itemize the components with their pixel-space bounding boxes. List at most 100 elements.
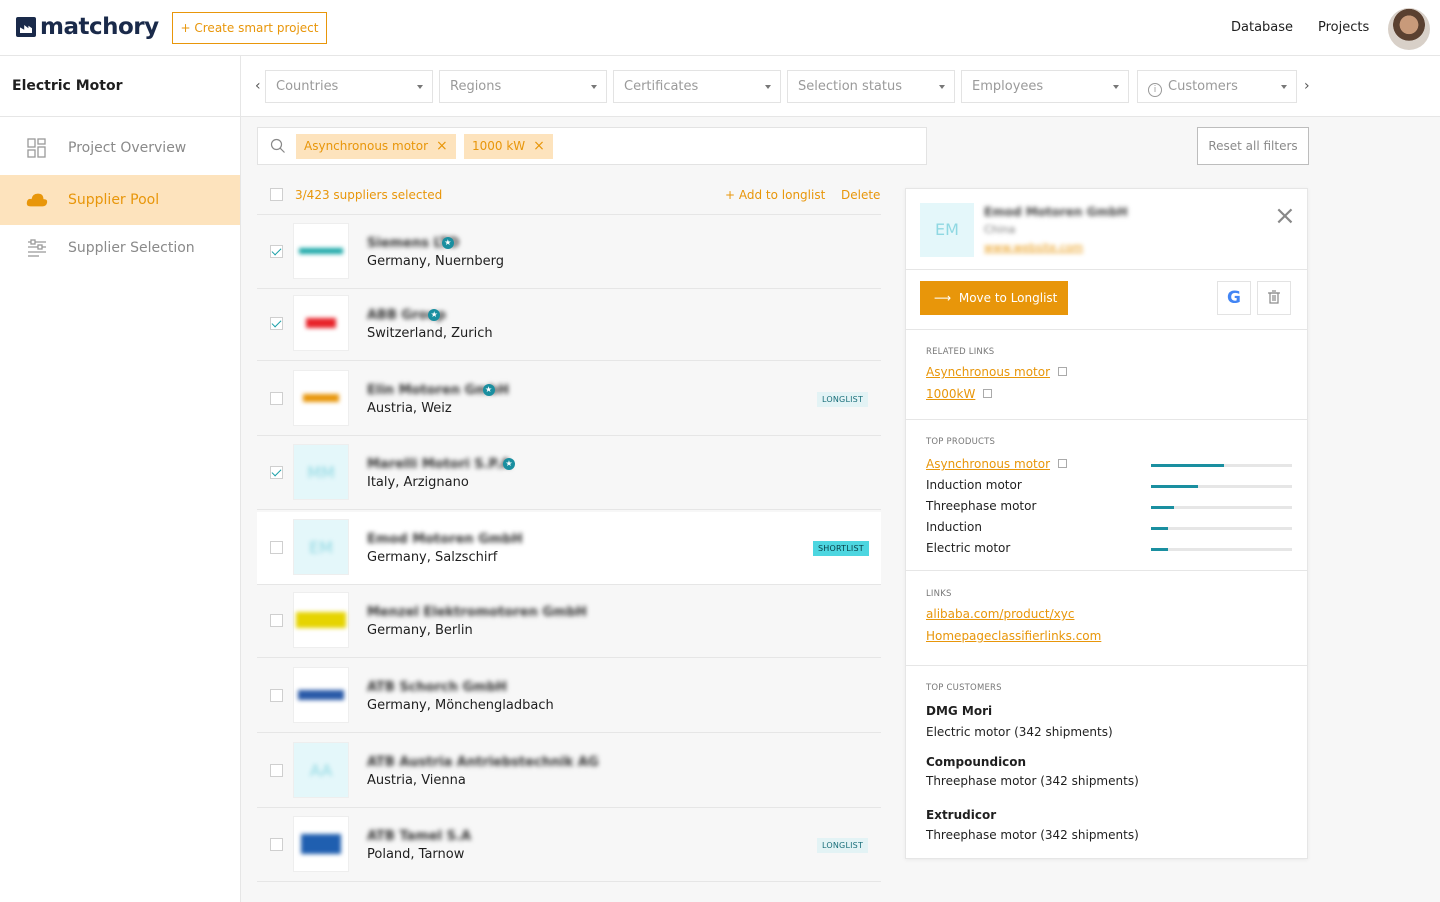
- chevron-down-icon: [1113, 85, 1119, 89]
- supplier-logo: [293, 816, 349, 872]
- row-checkbox[interactable]: [270, 689, 283, 702]
- supplier-row[interactable]: Siemens LTD ★ Germany, Nuernberg: [257, 216, 881, 289]
- supplier-row[interactable]: EM Emod Motoren GmbH Germany, Salzschirf SH…: [257, 512, 881, 585]
- related-link[interactable]: Asynchronous motor: [926, 365, 1068, 379]
- verified-badge-icon: ★: [503, 458, 515, 470]
- filter-selection-status[interactable]: Selection status: [787, 70, 955, 103]
- sidebar-item-label: Supplier Pool: [68, 192, 160, 208]
- supplier-name[interactable]: ATB Schorch GmbH: [367, 680, 507, 695]
- selection-count: 3/423 suppliers selected: [295, 188, 443, 202]
- delete-button[interactable]: Delete: [841, 188, 880, 202]
- arrow-right-icon: ⟶: [934, 291, 952, 305]
- add-to-longlist-button[interactable]: + Add to longlist: [725, 188, 825, 202]
- trash-icon: [1268, 289, 1280, 308]
- chevron-right-icon[interactable]: ›: [1304, 78, 1310, 94]
- supplier-website-link[interactable]: www.website.com: [984, 241, 1083, 254]
- product-label: Electric motor: [926, 541, 1011, 555]
- supplier-row[interactable]: Elin Motoren GmbH ★ Austria, Weiz LONGLIST: [257, 363, 881, 436]
- chevron-left-icon[interactable]: ‹: [255, 78, 261, 94]
- supplier-logo: [293, 370, 349, 426]
- matchory-logo[interactable]: matchory: [16, 14, 159, 40]
- user-avatar[interactable]: [1388, 8, 1430, 50]
- row-checkbox[interactable]: [270, 614, 283, 627]
- list-filter-icon: [26, 237, 48, 259]
- row-checkbox[interactable]: [270, 317, 283, 330]
- supplier-row[interactable]: AA ATB Austria Antriebstechnik AG Austria,…: [257, 735, 881, 808]
- search-chip: Asynchronous motor ×: [296, 134, 456, 159]
- filter-customers[interactable]: i Customers: [1137, 70, 1297, 103]
- cloud-icon: [26, 189, 48, 211]
- product-label: Induction: [926, 520, 982, 534]
- chevron-down-icon: [939, 85, 945, 89]
- row-checkbox[interactable]: [270, 466, 283, 479]
- supplier-name[interactable]: Marelli Motori S.P.A: [367, 457, 511, 472]
- sidebar-item-supplier-selection[interactable]: Supplier Selection: [0, 223, 240, 273]
- supplier-logo: AA: [293, 742, 349, 798]
- status-badge: SHORTLIST: [813, 541, 869, 556]
- search-input[interactable]: Asynchronous motor × 1000 kW ×: [257, 127, 927, 165]
- sidebar-item-supplier-pool[interactable]: Supplier Pool: [0, 175, 240, 225]
- filter-certificates[interactable]: Certificates: [613, 70, 781, 103]
- filter-countries[interactable]: Countries: [265, 70, 433, 103]
- supplier-location: Germany, Salzschirf: [367, 550, 498, 565]
- top-customers-title: TOP CUSTOMERS: [926, 683, 1002, 693]
- supplier-location: Germany, Mönchengladbach: [367, 698, 554, 713]
- supplier-name[interactable]: ATB Tamel S.A: [367, 829, 471, 844]
- create-smart-project-button[interactable]: + Create smart project: [172, 12, 327, 44]
- supplier-name[interactable]: Menzel Elektromotoren GmbH: [367, 605, 587, 620]
- external-link[interactable]: Homepageclassifierlinks.com: [926, 629, 1101, 643]
- search-icon: [270, 138, 286, 158]
- supplier-location: Germany, Berlin: [367, 623, 473, 638]
- supplier-location: Switzerland, Zurich: [367, 326, 493, 341]
- google-search-button[interactable]: G: [1217, 281, 1251, 315]
- delete-supplier-button[interactable]: [1257, 281, 1291, 315]
- supplier-name[interactable]: Emod Motoren GmbH: [367, 532, 523, 547]
- row-checkbox[interactable]: [270, 541, 283, 554]
- select-all-checkbox[interactable]: [270, 188, 283, 201]
- product-score-fill: [1151, 527, 1168, 530]
- close-icon[interactable]: ×: [533, 138, 545, 154]
- row-checkbox[interactable]: [270, 245, 283, 258]
- product-score-bar: [1151, 548, 1292, 551]
- nav-database[interactable]: Database: [1231, 20, 1293, 35]
- move-to-longlist-button[interactable]: ⟶ Move to Longlist: [920, 281, 1068, 315]
- list-header: 3/423 suppliers selected + Add to longli…: [257, 175, 881, 215]
- external-link-icon: [1058, 459, 1068, 468]
- row-checkbox[interactable]: [270, 392, 283, 405]
- divider: [906, 269, 1307, 270]
- product-label: Threephase motor: [926, 499, 1037, 513]
- supplier-row[interactable]: Menzel Elektromotoren GmbH Germany, Berli…: [257, 585, 881, 658]
- sidebar-item-project-overview[interactable]: Project Overview: [0, 123, 240, 173]
- nav-projects[interactable]: Projects: [1318, 20, 1369, 35]
- supplier-country: China: [984, 223, 1016, 236]
- supplier-name[interactable]: ATB Austria Antriebstechnik AG: [367, 755, 599, 770]
- supplier-row[interactable]: ABB Group ★ Switzerland, Zurich: [257, 288, 881, 361]
- row-checkbox[interactable]: [270, 764, 283, 777]
- customer-name: DMG Mori: [926, 704, 993, 718]
- logo-mark-icon: [16, 17, 36, 37]
- supplier-name: Emod Motoren GmbH: [984, 205, 1128, 219]
- supplier-logo: EM: [920, 203, 974, 257]
- supplier-row[interactable]: ATB Schorch GmbH Germany, Mönchengladbach: [257, 660, 881, 733]
- external-link[interactable]: alibaba.com/product/xyc: [926, 607, 1074, 621]
- close-icon[interactable]: ×: [436, 138, 448, 154]
- external-link-icon: [983, 389, 993, 398]
- status-badge: LONGLIST: [817, 838, 869, 853]
- reset-filters-button[interactable]: Reset all filters: [1197, 127, 1309, 165]
- product-score-bar: [1151, 485, 1292, 488]
- customer-name: Compoundicon: [926, 755, 1027, 769]
- product-label[interactable]: Asynchronous motor: [926, 457, 1068, 471]
- customer-description: Electric motor (342 shipments): [926, 725, 1113, 739]
- related-links-title: RELATED LINKS: [926, 347, 995, 357]
- supplier-location: Poland, Tarnow: [367, 847, 465, 862]
- product-label: Induction motor: [926, 478, 1022, 492]
- filter-employees[interactable]: Employees: [961, 70, 1129, 103]
- close-icon[interactable]: ×: [1274, 203, 1296, 229]
- related-link[interactable]: 1000kW: [926, 387, 993, 401]
- supplier-row[interactable]: MM Marelli Motori S.P.A ★ Italy, Arzignano: [257, 437, 881, 510]
- filter-regions[interactable]: Regions: [439, 70, 607, 103]
- row-checkbox[interactable]: [270, 838, 283, 851]
- supplier-logo: EM: [293, 519, 349, 575]
- supplier-row[interactable]: ATB Tamel S.A Poland, Tarnow LONGLIST: [257, 809, 881, 882]
- divider: [906, 419, 1307, 420]
